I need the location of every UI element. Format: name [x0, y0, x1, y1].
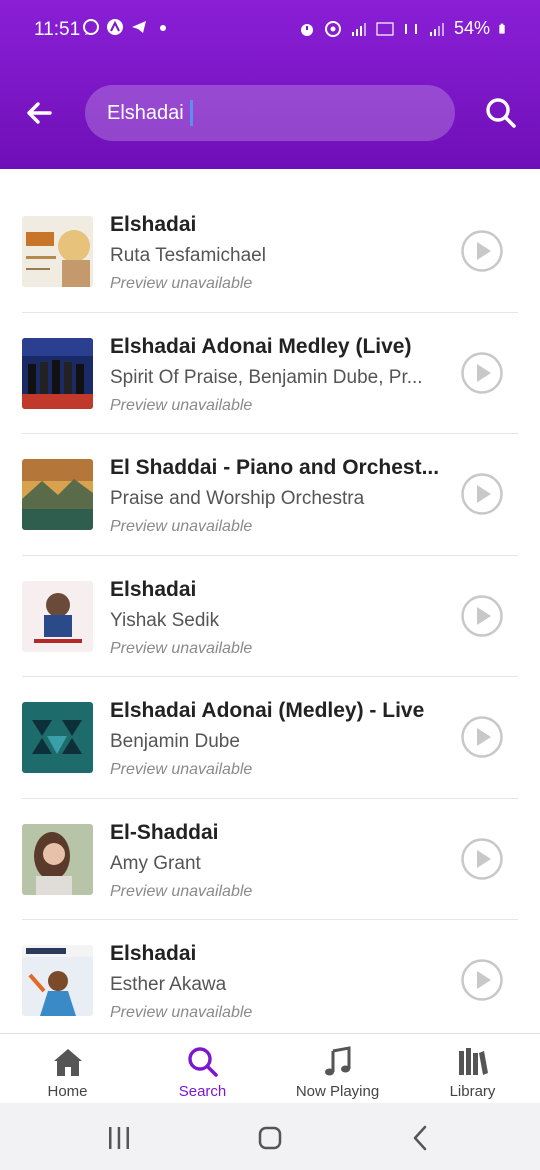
track-artist: Praise and Worship Orchestra	[110, 488, 365, 509]
result-row[interactable]: El-Shaddai Amy Grant Preview unavailable	[0, 797, 540, 920]
battery-percent: 54%	[453, 18, 490, 38]
telegram-icon	[132, 21, 146, 33]
library-icon	[458, 1048, 488, 1075]
signal-icon	[351, 22, 366, 36]
play-icon[interactable]	[461, 716, 503, 758]
play-icon[interactable]	[461, 473, 503, 515]
nav-now-playing[interactable]: Now Playing	[270, 1034, 405, 1103]
album-cover	[22, 580, 93, 652]
result-row[interactable]: Elshadai Ruta Tesfamichael Preview unava…	[0, 190, 540, 312]
nav-search-label: Search	[178, 1083, 227, 1100]
nav-home-label: Home	[47, 1083, 88, 1100]
text-cursor	[190, 100, 193, 126]
album-cover	[22, 337, 93, 409]
whatsapp-icon	[83, 19, 99, 35]
alarm-icon	[300, 23, 313, 36]
nav-library-label: Library	[449, 1083, 496, 1100]
signal-2-icon	[429, 22, 444, 36]
search-results-list: Elshadai Ruta Tesfamichael Preview unava…	[0, 190, 540, 1041]
4g-icon	[404, 23, 417, 34]
track-artist: Benjamin Dube	[110, 731, 240, 752]
play-icon[interactable]	[461, 959, 503, 1001]
preview-note: Preview unavailable	[110, 882, 253, 900]
result-row[interactable]: Elshadai Adonai Medley (Live) Spirit Of …	[0, 311, 540, 434]
album-cover	[22, 945, 93, 1016]
track-title: Elshadai	[110, 942, 197, 965]
preview-note: Preview unavailable	[110, 275, 253, 292]
result-row[interactable]: Elshadai Adonai (Medley) - Live Benjamin…	[0, 676, 540, 798]
dot-icon	[160, 25, 166, 31]
track-title: Elshadai Adonai Medley (Live)	[110, 334, 412, 358]
play-icon[interactable]	[461, 837, 503, 880]
search-icon	[187, 1047, 218, 1077]
album-cover	[22, 459, 93, 530]
battery-icon	[499, 23, 505, 34]
nav-library[interactable]: Library	[405, 1034, 540, 1103]
play-icon[interactable]	[461, 594, 503, 637]
recent-apps-icon[interactable]	[104, 1123, 134, 1153]
track-artist: Spirit Of Praise, Benjamin Dube, Pr...	[110, 366, 423, 388]
play-icon[interactable]	[461, 230, 503, 272]
track-artist: Amy Grant	[110, 852, 201, 874]
album-cover	[22, 216, 93, 287]
preview-note: Preview unavailable	[110, 639, 253, 657]
search-input[interactable]	[107, 101, 189, 125]
result-row[interactable]: Elshadai Yishak Sedik Preview unavailabl…	[0, 554, 540, 677]
search-icon[interactable]	[484, 96, 518, 130]
track-artist: Yishak Sedik	[110, 609, 220, 631]
track-title: El Shaddai - Piano and Orchest...	[110, 456, 440, 479]
nav-search[interactable]: Search	[135, 1034, 270, 1103]
status-bar: 11:51 54%	[0, 0, 540, 62]
preview-note: Preview unavailable	[110, 518, 253, 535]
preview-note: Preview unavailable	[110, 761, 253, 778]
track-title: Elshadai	[110, 577, 197, 601]
app-a-icon	[107, 19, 123, 35]
result-row[interactable]: Elshadai Esther Akawa Preview unavailabl…	[0, 919, 540, 1041]
preview-note: Preview unavailable	[110, 1004, 253, 1021]
result-row[interactable]: El Shaddai - Piano and Orchest... Praise…	[0, 433, 540, 555]
nav-home[interactable]: Home	[0, 1034, 135, 1103]
system-status-icons: 54%	[298, 18, 510, 39]
play-icon[interactable]	[461, 351, 503, 394]
volte-icon	[376, 21, 394, 36]
status-time: 11:51	[34, 19, 81, 40]
app-header: 11:51 54%	[0, 0, 540, 169]
track-artist: Esther Akawa	[110, 974, 227, 995]
nav-now-playing-label: Now Playing	[295, 1083, 380, 1100]
home-button-icon[interactable]	[255, 1123, 285, 1153]
back-button-icon[interactable]	[406, 1123, 436, 1153]
album-cover	[22, 702, 93, 773]
home-icon	[53, 1049, 82, 1076]
music-note-icon	[324, 1046, 350, 1076]
hotspot-icon	[324, 20, 341, 37]
album-cover	[22, 823, 93, 895]
notification-icons	[82, 18, 172, 36]
system-nav-bar	[0, 1103, 540, 1170]
track-title: Elshadai	[110, 213, 197, 236]
preview-note: Preview unavailable	[110, 396, 253, 414]
track-title: El-Shaddai	[110, 820, 219, 844]
back-arrow-icon[interactable]	[22, 96, 56, 130]
track-title: Elshadai Adonai (Medley) - Live	[110, 699, 425, 722]
search-box[interactable]	[85, 85, 455, 141]
track-artist: Ruta Tesfamichael	[110, 245, 266, 266]
bottom-nav: Home Search Now Playing Library	[0, 1033, 540, 1103]
